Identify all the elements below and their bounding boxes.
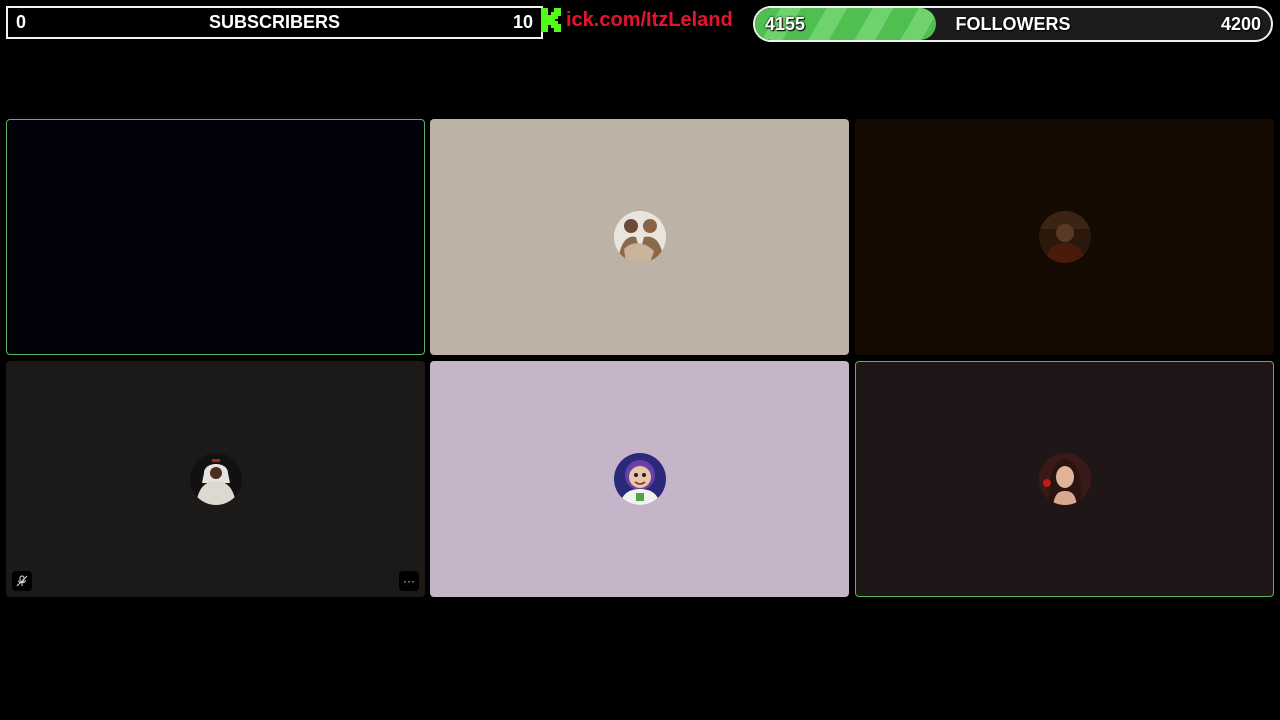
stream-overlay: 0 SUBSCRIBERS 10 ick.com/ItzLeland 4155 … xyxy=(0,0,1280,720)
participant-tile[interactable] xyxy=(6,119,425,355)
subscribers-goal: 10 xyxy=(512,12,533,32)
participant-tile[interactable] xyxy=(855,119,1274,355)
kick-logo-icon xyxy=(540,8,562,32)
hoodie-person-avatar xyxy=(189,453,242,505)
person-avatar xyxy=(1038,211,1091,263)
subscribers-current: 0 xyxy=(16,12,27,32)
space-ranger-avatar xyxy=(613,453,666,505)
kick-channel-link: ick.com/ItzLeland xyxy=(540,6,733,34)
two-people-avatar xyxy=(613,211,666,263)
subscribers-label: SUBSCRIBERS xyxy=(208,12,341,32)
participant-tile[interactable]: ··· xyxy=(6,361,425,597)
kick-username-text: ItzLeland xyxy=(646,8,733,31)
participant-tile[interactable] xyxy=(855,361,1274,597)
more-options-icon[interactable]: ··· xyxy=(399,571,419,591)
subscribers-goal-bar: 0 SUBSCRIBERS 10 xyxy=(6,6,543,39)
followers-label: FOLLOWERS xyxy=(955,13,1071,34)
woman-avatar xyxy=(1038,453,1091,505)
mute-icon[interactable] xyxy=(12,571,32,591)
more-options-glyph: ··· xyxy=(403,574,415,588)
kick-domain-text: ick.com/ xyxy=(566,8,647,31)
participant-tile[interactable] xyxy=(430,119,849,355)
followers-goal-bar: 4155 FOLLOWERS 4200 xyxy=(753,6,1273,42)
participant-tile[interactable] xyxy=(430,361,849,597)
